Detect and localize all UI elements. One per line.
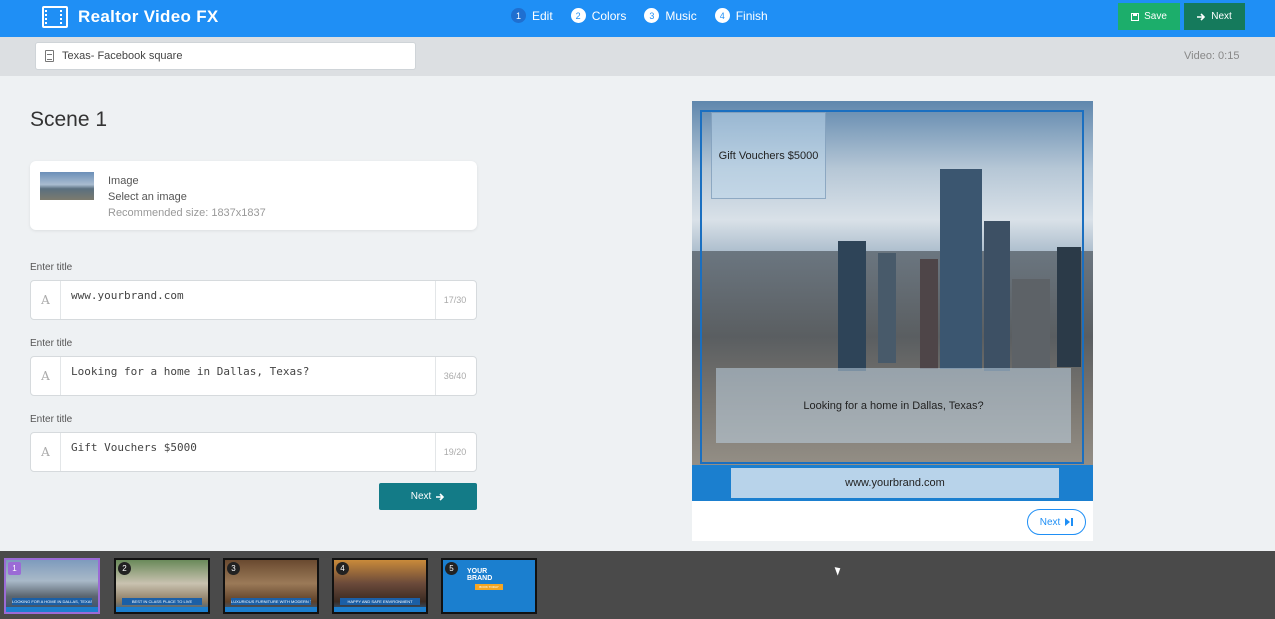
scene-caption: HAPPY AND SAFE ENVIRONMENT (340, 598, 420, 605)
project-name: Texas- Facebook square (62, 50, 183, 62)
scene-title: Scene 1 (30, 108, 108, 131)
preview-next-button[interactable]: Next (1027, 509, 1086, 535)
brand-logo-text: YOUR BRAND (467, 568, 492, 582)
wizard-steps: 1 Edit 2 Colors 3 Music 4 Finish (511, 8, 768, 23)
step-forward-icon (1065, 518, 1074, 526)
scene-footer (6, 607, 98, 612)
app-logo[interactable]: Realtor Video FX (42, 5, 219, 29)
timeline-scene-5[interactable]: 5 YOUR BRAND BOOK TODAY (441, 558, 537, 614)
title-input-3[interactable]: Gift Vouchers $5000 (61, 433, 436, 471)
char-count: 17/30 (443, 295, 467, 305)
title-field-3: A Gift Vouchers $5000 19/20 (30, 432, 477, 472)
scene-number: 5 (445, 562, 458, 575)
next-step-button[interactable]: Next (1184, 3, 1245, 30)
video-length: Video: 0:15 (1184, 50, 1240, 62)
image-size-hint: Recommended size: 1837x1837 (108, 207, 266, 219)
title-input-1[interactable]: www.yourbrand.com (61, 281, 436, 319)
scene-caption: LOOKING FOR A HOME IN DALLAS, TEXAS? (12, 598, 92, 605)
title-input-2[interactable]: Looking for a home in Dallas, Texas? (61, 357, 436, 395)
scene-next-button[interactable]: Next (379, 483, 477, 510)
next-label: Next (1211, 11, 1232, 22)
step-music[interactable]: 3 Music (644, 8, 697, 23)
scene-footer (334, 607, 426, 612)
timeline-scene-3[interactable]: 3 LUXURIOUS FURNITURE WITH MODERN TECHNO… (223, 558, 319, 614)
scene-image-thumbnail[interactable] (40, 172, 94, 200)
char-count: 36/40 (443, 371, 467, 381)
field-label: Enter title (30, 338, 73, 349)
scene-footer (225, 607, 317, 612)
book-today-tag: BOOK TODAY (475, 584, 503, 590)
project-bar: Texas- Facebook square (0, 37, 1275, 76)
step-edit[interactable]: 1 Edit (511, 8, 553, 23)
image-picker-card[interactable]: Image Select an image Recommended size: … (30, 161, 477, 230)
char-count: 19/20 (443, 447, 467, 457)
gift-voucher-overlay: Gift Vouchers $5000 (711, 112, 826, 199)
brand-line-2: BRAND (467, 575, 493, 582)
text-format-icon: A (31, 281, 61, 319)
title-field-2: A Looking for a home in Dallas, Texas? 3… (30, 356, 477, 396)
scene-timeline: 1 LOOKING FOR A HOME IN DALLAS, TEXAS? 2… (0, 551, 1275, 619)
step-label: Colors (591, 8, 627, 23)
select-image-link[interactable]: Select an image (108, 189, 266, 205)
step-label: Music (665, 8, 697, 23)
scene-number: 4 (336, 562, 349, 575)
scene-number: 2 (118, 562, 131, 575)
text-format-icon: A (31, 433, 61, 471)
field-label: Enter title (30, 414, 73, 425)
brand-line-1: YOUR (467, 568, 488, 575)
timeline-scene-1[interactable]: 1 LOOKING FOR A HOME IN DALLAS, TEXAS? (4, 558, 100, 614)
headline-overlay: Looking for a home in Dallas, Texas? (716, 368, 1071, 443)
scene-number: 3 (227, 562, 240, 575)
brand-band: www.yourbrand.com (692, 465, 1093, 501)
title-field-1: A www.yourbrand.com 17/30 (30, 280, 477, 320)
scene-number: 1 (8, 562, 21, 575)
timeline-scene-2[interactable]: 2 BEST IN CLASS PLACE TO LIVE (114, 558, 210, 614)
scene-caption: LUXURIOUS FURNITURE WITH MODERN TECHNOLO… (231, 598, 311, 605)
step-label: Edit (532, 8, 553, 23)
arrow-right-icon (1197, 12, 1206, 21)
next-label: Next (410, 491, 432, 502)
step-colors[interactable]: 2 Colors (570, 8, 627, 23)
app-title: Realtor Video FX (78, 7, 219, 26)
scene-footer (116, 607, 208, 612)
next-label: Next (1039, 516, 1061, 528)
field-label: Enter title (30, 262, 73, 273)
arrow-right-icon (436, 492, 445, 501)
timeline-scene-4[interactable]: 4 HAPPY AND SAFE ENVIRONMENT (332, 558, 428, 614)
step-finish[interactable]: 4 Finish (714, 8, 768, 23)
save-icon (1131, 12, 1140, 21)
step-number: 1 (511, 8, 526, 23)
document-icon (45, 50, 54, 62)
step-number: 4 (714, 8, 730, 23)
film-icon (42, 6, 68, 28)
step-number: 2 (570, 8, 586, 23)
image-label: Image (108, 175, 139, 187)
step-label: Finish (735, 8, 768, 23)
video-preview: Gift Vouchers $5000 Looking for a home i… (692, 101, 1093, 541)
save-button[interactable]: Save (1118, 3, 1180, 30)
preview-frame: Gift Vouchers $5000 Looking for a home i… (692, 101, 1093, 501)
save-label: Save (1144, 11, 1167, 22)
text-format-icon: A (31, 357, 61, 395)
scene-caption: BEST IN CLASS PLACE TO LIVE (122, 598, 202, 605)
book-today-label: BOOK TODAY (479, 585, 499, 589)
step-number: 3 (644, 8, 660, 23)
brand-url-overlay: www.yourbrand.com (731, 468, 1059, 498)
top-bar: Realtor Video FX 1 Edit 2 Colors 3 Music… (0, 0, 1275, 37)
project-name-field[interactable]: Texas- Facebook square (35, 42, 416, 70)
